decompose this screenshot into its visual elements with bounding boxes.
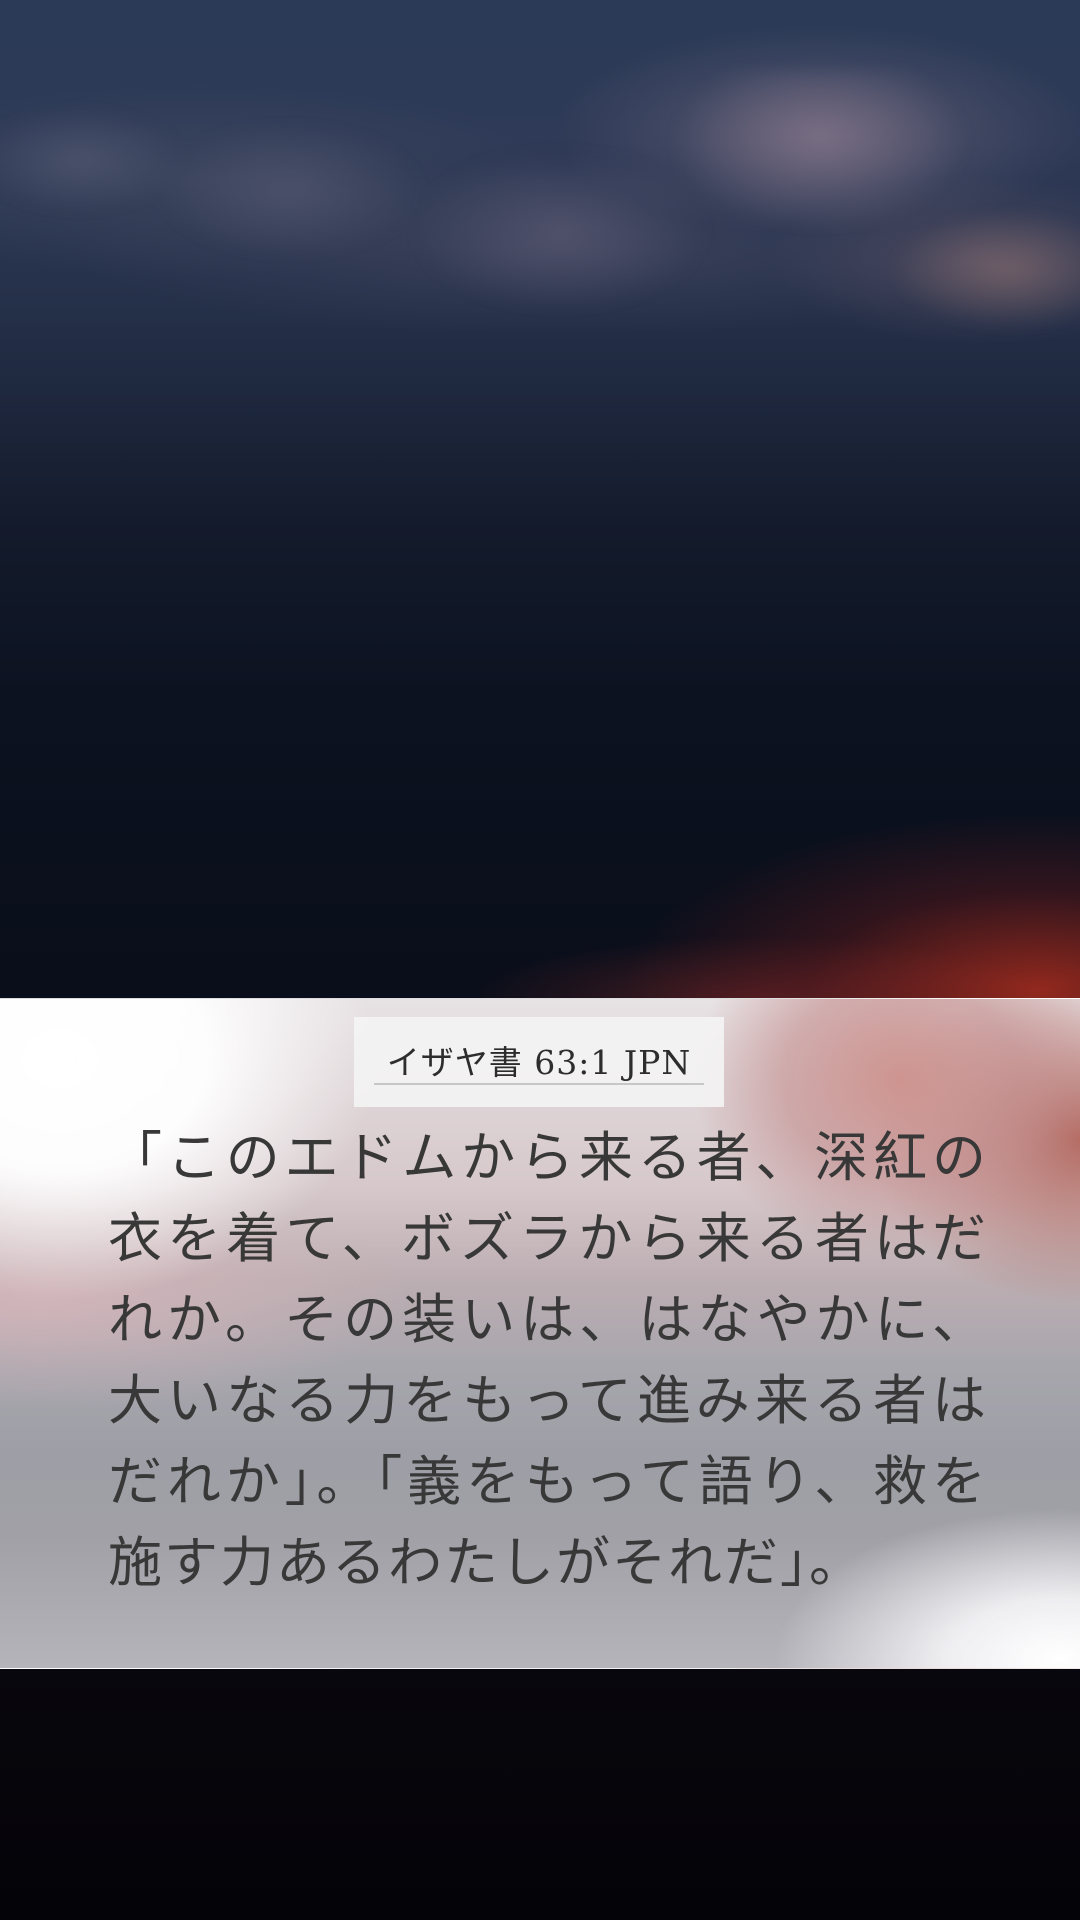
reference-box: イザヤ書 63:1 JPN	[354, 1017, 724, 1107]
cloud-layer	[0, 70, 1080, 330]
reference-underline	[374, 1083, 704, 1085]
verse-card: イザヤ書 63:1 JPN 「このエドムから来る者、深紅の衣を着て、ボズラから来…	[0, 998, 1080, 1669]
verse-text: 「このエドムから来る者、深紅の衣を着て、ボズラから来る者はだれか。その装いは、は…	[108, 1126, 988, 1594]
bottom-dark-area	[0, 1669, 1080, 1920]
verse-image: イザヤ書 63:1 JPN 「このエドムから来る者、深紅の衣を着て、ボズラから来…	[0, 0, 1080, 1920]
sky-background	[0, 0, 1080, 998]
verse-reference: イザヤ書 63:1 JPN	[386, 1043, 692, 1082]
